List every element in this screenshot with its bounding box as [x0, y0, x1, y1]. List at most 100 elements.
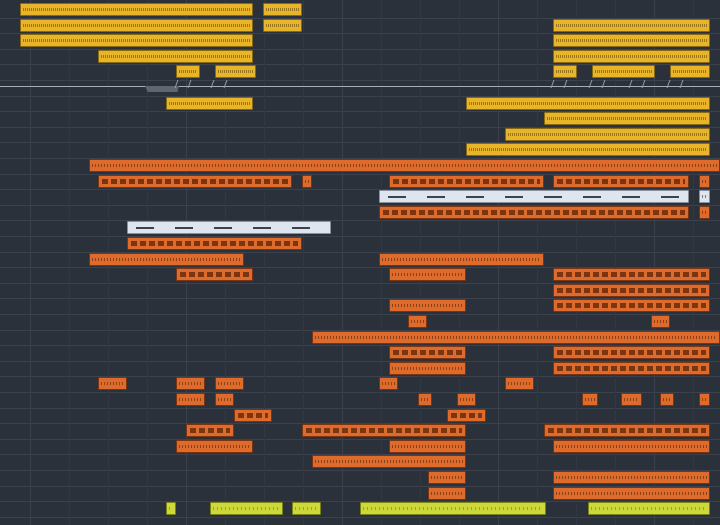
white-clip[interactable] — [127, 221, 331, 234]
clip-note-dash — [466, 195, 484, 198]
clip-note-dash — [175, 226, 193, 229]
orange-clip[interactable] — [379, 206, 689, 219]
clip-waveform — [556, 23, 707, 28]
orange-clip[interactable] — [428, 471, 466, 484]
orange-clip[interactable] — [553, 175, 689, 188]
yellow-clip[interactable] — [263, 3, 302, 16]
lime-clip[interactable] — [166, 502, 176, 515]
clip-waveform — [460, 397, 473, 402]
orange-clip[interactable] — [302, 424, 466, 437]
lime-clip[interactable] — [588, 502, 710, 515]
yellow-clip[interactable] — [20, 34, 253, 47]
orange-clip[interactable] — [127, 237, 302, 250]
clip-pattern-preview — [393, 179, 540, 184]
orange-clip[interactable] — [582, 393, 598, 406]
yellow-clip[interactable] — [263, 19, 302, 32]
orange-clip[interactable] — [215, 393, 234, 406]
orange-clip[interactable] — [660, 393, 674, 406]
lime-clip[interactable] — [292, 502, 321, 515]
orange-clip[interactable] — [651, 315, 670, 328]
yellow-clip[interactable] — [20, 3, 253, 16]
automation-point[interactable] — [588, 80, 606, 88]
yellow-clip[interactable] — [215, 65, 256, 78]
orange-clip[interactable] — [215, 377, 244, 390]
orange-clip[interactable] — [553, 362, 710, 375]
orange-clip[interactable] — [389, 299, 466, 312]
orange-clip[interactable] — [379, 253, 544, 266]
orange-clip[interactable] — [699, 393, 710, 406]
orange-clip[interactable] — [553, 440, 710, 453]
yellow-clip[interactable] — [553, 50, 710, 63]
orange-clip[interactable] — [621, 393, 642, 406]
orange-clip[interactable] — [379, 377, 398, 390]
automation-point[interactable] — [666, 80, 684, 88]
yellow-clip[interactable] — [553, 19, 710, 32]
orange-clip[interactable] — [98, 377, 127, 390]
yellow-clip[interactable] — [20, 19, 253, 32]
orange-clip[interactable] — [176, 268, 253, 281]
orange-clip[interactable] — [176, 377, 205, 390]
clip-waveform — [585, 397, 595, 402]
clip-note-dash — [136, 226, 154, 229]
automation-point[interactable] — [210, 80, 228, 88]
clip-waveform — [547, 116, 707, 121]
orange-clip[interactable] — [389, 268, 466, 281]
yellow-clip[interactable] — [553, 65, 577, 78]
orange-clip[interactable] — [553, 268, 710, 281]
yellow-clip[interactable] — [544, 112, 710, 125]
orange-clip[interactable] — [553, 299, 710, 312]
yellow-clip[interactable] — [592, 65, 655, 78]
clip-note-dash — [427, 195, 445, 198]
orange-clip[interactable] — [699, 175, 710, 188]
lime-clip[interactable] — [210, 502, 283, 515]
yellow-clip[interactable] — [176, 65, 200, 78]
yellow-clip[interactable] — [670, 65, 710, 78]
orange-clip[interactable] — [447, 409, 486, 422]
orange-clip[interactable] — [89, 253, 244, 266]
automation-point[interactable] — [550, 80, 568, 88]
yellow-clip[interactable] — [98, 50, 253, 63]
clip-waveform — [213, 506, 280, 511]
orange-clip[interactable] — [408, 315, 427, 328]
lime-clip[interactable] — [360, 502, 546, 515]
yellow-clip[interactable] — [466, 97, 710, 110]
orange-clip[interactable] — [553, 487, 710, 500]
orange-clip[interactable] — [553, 346, 710, 359]
orange-clip[interactable] — [389, 175, 544, 188]
orange-clip[interactable] — [505, 377, 534, 390]
automation-curve[interactable] — [0, 86, 720, 87]
orange-clip[interactable] — [389, 440, 466, 453]
yellow-clip[interactable] — [466, 143, 710, 156]
orange-clip[interactable] — [553, 284, 710, 297]
yellow-clip[interactable] — [505, 128, 710, 141]
clip-waveform — [392, 272, 463, 277]
orange-clip[interactable] — [89, 159, 720, 172]
orange-clip[interactable] — [312, 331, 720, 344]
orange-clip[interactable] — [302, 175, 312, 188]
automation-point[interactable] — [174, 80, 192, 88]
orange-clip[interactable] — [186, 424, 234, 437]
arrangement-playlist[interactable] — [0, 0, 720, 525]
yellow-clip[interactable] — [553, 34, 710, 47]
orange-clip[interactable] — [553, 471, 710, 484]
orange-clip[interactable] — [176, 393, 205, 406]
orange-clip[interactable] — [544, 424, 710, 437]
orange-clip[interactable] — [699, 206, 710, 219]
clip-note-dash — [214, 226, 232, 229]
beat-gridline — [303, 0, 304, 525]
orange-clip[interactable] — [389, 362, 466, 375]
orange-clip[interactable] — [312, 455, 466, 468]
orange-clip[interactable] — [428, 487, 466, 500]
orange-clip[interactable] — [457, 393, 476, 406]
orange-clip[interactable] — [389, 346, 466, 359]
orange-clip[interactable] — [98, 175, 292, 188]
white-clip[interactable] — [379, 190, 689, 203]
clip-pattern-preview — [548, 428, 706, 433]
orange-clip[interactable] — [418, 393, 432, 406]
yellow-clip[interactable] — [166, 97, 253, 110]
automation-point[interactable] — [628, 80, 646, 88]
white-clip[interactable] — [699, 190, 710, 203]
orange-clip[interactable] — [176, 440, 253, 453]
clip-waveform — [218, 397, 231, 402]
orange-clip[interactable] — [234, 409, 272, 422]
